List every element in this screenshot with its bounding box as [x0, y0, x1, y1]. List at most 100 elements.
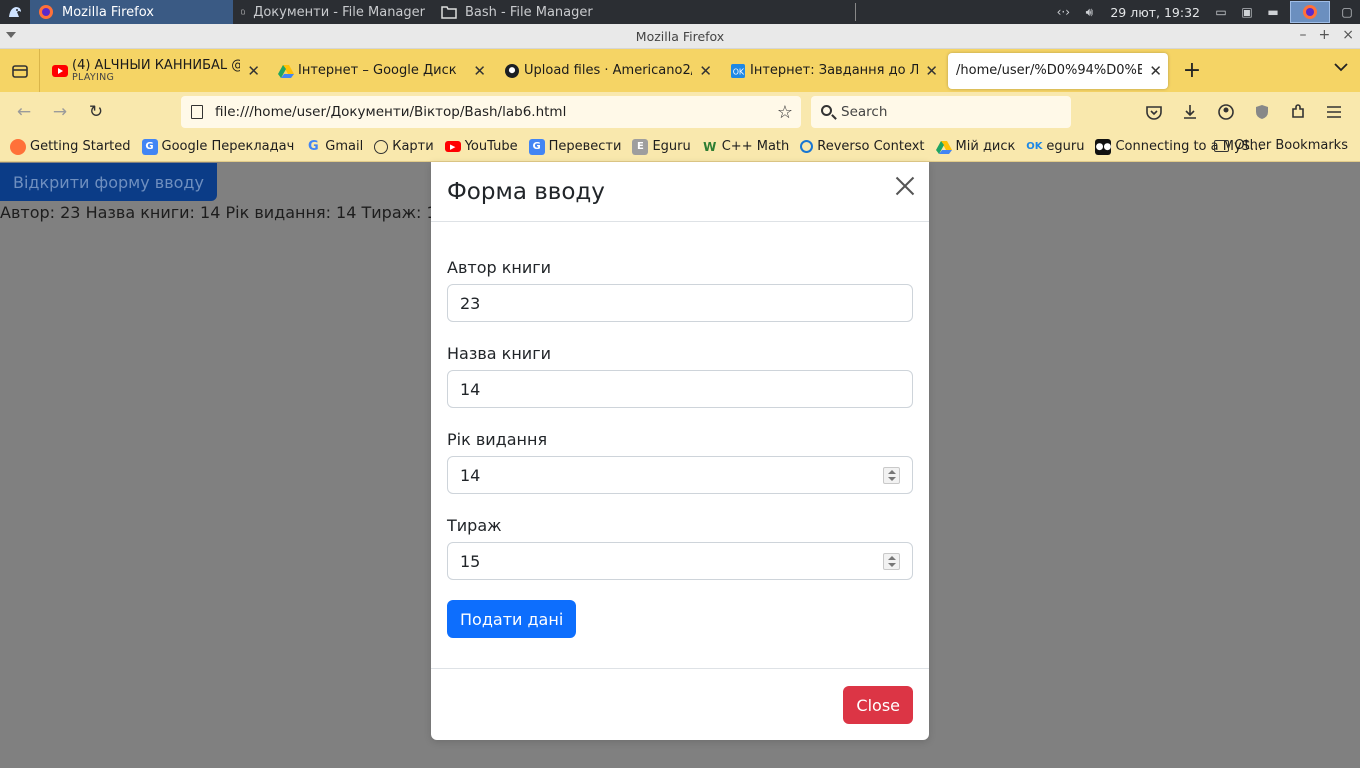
firefox-launcher-icon[interactable] [1290, 1, 1330, 23]
document-icon [241, 9, 245, 15]
clock[interactable]: 29 лют, 19:32 [1110, 5, 1200, 20]
extension-shield-icon[interactable] [1246, 96, 1278, 128]
tab-title: Інтернет: Завдання до ЛР 6 [750, 63, 918, 78]
network-icon[interactable]: ‹·› [1054, 4, 1072, 20]
year-input[interactable]: 14 [447, 456, 913, 494]
close-button[interactable]: Close [843, 686, 913, 724]
pocket-icon[interactable] [1138, 96, 1170, 128]
year-label: Рік видання [447, 430, 548, 449]
tab-title: (4) ALЧНЫЙ КАННИБАL @dmitr [72, 58, 240, 73]
close-window-icon[interactable]: × [1342, 27, 1354, 43]
tab-close-icon[interactable]: ✕ [1149, 62, 1162, 80]
modal-body: Автор книги 23 Назва книги 14 Рік виданн… [431, 222, 929, 638]
taskbar-task-label: Документи - File Manager [253, 4, 425, 20]
eguru-icon: E [632, 138, 649, 155]
url-text: file:///home/user/Документи/Віктор/Bash/… [215, 104, 567, 120]
bookmark-reverso[interactable]: Reverso Context [800, 139, 925, 154]
list-all-tabs-icon[interactable] [1334, 63, 1348, 72]
tab-current[interactable]: /home/user/%D0%94%D0%BE%D0 ✕ [948, 52, 1168, 89]
tab-close-icon[interactable]: ✕ [699, 62, 712, 80]
taskbar: Mozilla Firefox Документи - File Manager… [0, 0, 1360, 24]
bookmark-label: eguru [1046, 139, 1085, 154]
year-spinner-icon[interactable] [883, 467, 900, 484]
tab-title: Upload files · Americano2/Intern [524, 63, 692, 78]
taskbar-task-label: Mozilla Firefox [62, 4, 154, 20]
forward-button[interactable]: → [42, 96, 78, 128]
medium-icon: ●● [1095, 138, 1112, 155]
bookmark-label: Gmail [325, 139, 364, 154]
firefox-view-button[interactable] [0, 49, 40, 92]
menu-icon[interactable] [1318, 96, 1350, 128]
bookmark-my-drive[interactable]: Мій диск [935, 139, 1016, 155]
reload-button[interactable]: ↻ [78, 96, 114, 128]
url-bar[interactable]: file:///home/user/Документи/Віктор/Bash/… [181, 96, 801, 128]
tab-close-icon[interactable]: ✕ [925, 62, 938, 80]
taskbar-task-documents[interactable]: Документи - File Manager [233, 0, 433, 24]
bookmark-cpp-math[interactable]: W C++ Math [702, 139, 790, 155]
bookmark-label: Мій диск [955, 139, 1016, 154]
author-input[interactable]: 23 [447, 284, 913, 322]
globe-icon [374, 139, 389, 154]
google-drive-icon [935, 139, 952, 155]
extensions-icon[interactable] [1282, 96, 1314, 128]
modal-footer: Close [431, 668, 929, 740]
tab-github[interactable]: Upload files · Americano2/Intern ✕ [496, 53, 718, 89]
display-icon[interactable]: ▭ [1212, 4, 1230, 20]
bookmark-label: Reverso Context [817, 139, 925, 154]
files-icon[interactable]: ▬ [1264, 4, 1282, 20]
google-translate-icon: G [141, 138, 158, 155]
toolbar-actions [1138, 96, 1350, 128]
downloads-icon[interactable] [1174, 96, 1206, 128]
bookmark-google-translate[interactable]: G Google Перекладач [141, 138, 294, 155]
maximize-icon[interactable]: + [1319, 27, 1331, 43]
page-icon [191, 105, 203, 119]
page-content: Відкрити форму вводу Автор: 23 Назва кни… [0, 162, 1360, 768]
show-desktop-icon[interactable]: ▢ [1338, 4, 1356, 20]
bookmark-star-icon[interactable]: ☆ [777, 102, 793, 123]
bookmark-gmail[interactable]: G Gmail [305, 139, 363, 155]
bookmark-youtube[interactable]: ▶ YouTube [444, 139, 518, 154]
system-tray: ‹·› 🔊︎ 29 лют, 19:32 ▭ ▣ ▬ ▢ [1054, 0, 1360, 24]
taskbar-separator [855, 3, 856, 21]
tab-close-icon[interactable]: ✕ [247, 62, 260, 80]
close-icon[interactable] [895, 176, 915, 196]
minimize-icon[interactable]: – [1300, 27, 1307, 43]
other-bookmarks[interactable]: Other Bookmarks [1214, 138, 1348, 153]
circulation-spinner-icon[interactable] [883, 553, 900, 570]
modal-title: Форма вводу [447, 178, 605, 205]
tab-assignment[interactable]: OK Інтернет: Завдання до ЛР 6 ✕ [722, 53, 944, 89]
search-bar[interactable]: Search [811, 96, 1071, 128]
tab-title: Інтернет – Google Диск [298, 63, 457, 78]
tab-google-drive[interactable]: Інтернет – Google Диск ✕ [270, 53, 492, 89]
submit-button[interactable]: Подати дані [447, 600, 577, 638]
taskbar-task-firefox[interactable]: Mozilla Firefox [30, 0, 233, 24]
ok-icon: OK [731, 63, 745, 78]
tab-youtube[interactable]: (4) ALЧНЫЙ КАННИБАL @dmitr PLAYING ✕ [44, 53, 266, 89]
bookmark-eguru-ok[interactable]: OK eguru [1026, 139, 1084, 155]
bookmark-maps[interactable]: Карти [374, 139, 434, 154]
bookmark-label: C++ Math [721, 139, 790, 154]
back-button[interactable]: ← [6, 96, 42, 128]
navigation-toolbar: ← → ↻ file:///home/user/Документи/Віктор… [0, 92, 1360, 132]
new-tab-button[interactable]: + [1174, 53, 1210, 89]
search-placeholder: Search [841, 104, 888, 120]
taskbar-task-bash[interactable]: Bash - File Manager [433, 0, 633, 24]
volume-icon[interactable]: 🔊︎ [1080, 4, 1098, 20]
bookmark-eguru[interactable]: E Eguru [632, 138, 691, 155]
open-form-button[interactable]: Відкрити форму вводу [0, 163, 217, 201]
book-title-input[interactable]: 14 [447, 370, 913, 408]
tab-close-icon[interactable]: ✕ [473, 62, 486, 80]
circulation-value: 15 [460, 551, 481, 571]
circulation-input[interactable]: 15 [447, 542, 913, 580]
window-menu-icon[interactable] [6, 32, 16, 38]
search-icon [821, 105, 832, 116]
taskbar-task-label: Bash - File Manager [465, 4, 593, 20]
start-menu-icon[interactable] [0, 0, 30, 24]
bookmark-getting-started[interactable]: Getting Started [10, 138, 131, 155]
account-icon[interactable] [1210, 96, 1242, 128]
terminal-icon[interactable]: ▣ [1238, 4, 1256, 20]
bookmark-translate[interactable]: G Перевести [528, 138, 621, 155]
window-titlebar: Mozilla Firefox – + × [0, 24, 1360, 49]
year-value: 14 [460, 465, 481, 485]
google-icon: G [307, 139, 319, 154]
